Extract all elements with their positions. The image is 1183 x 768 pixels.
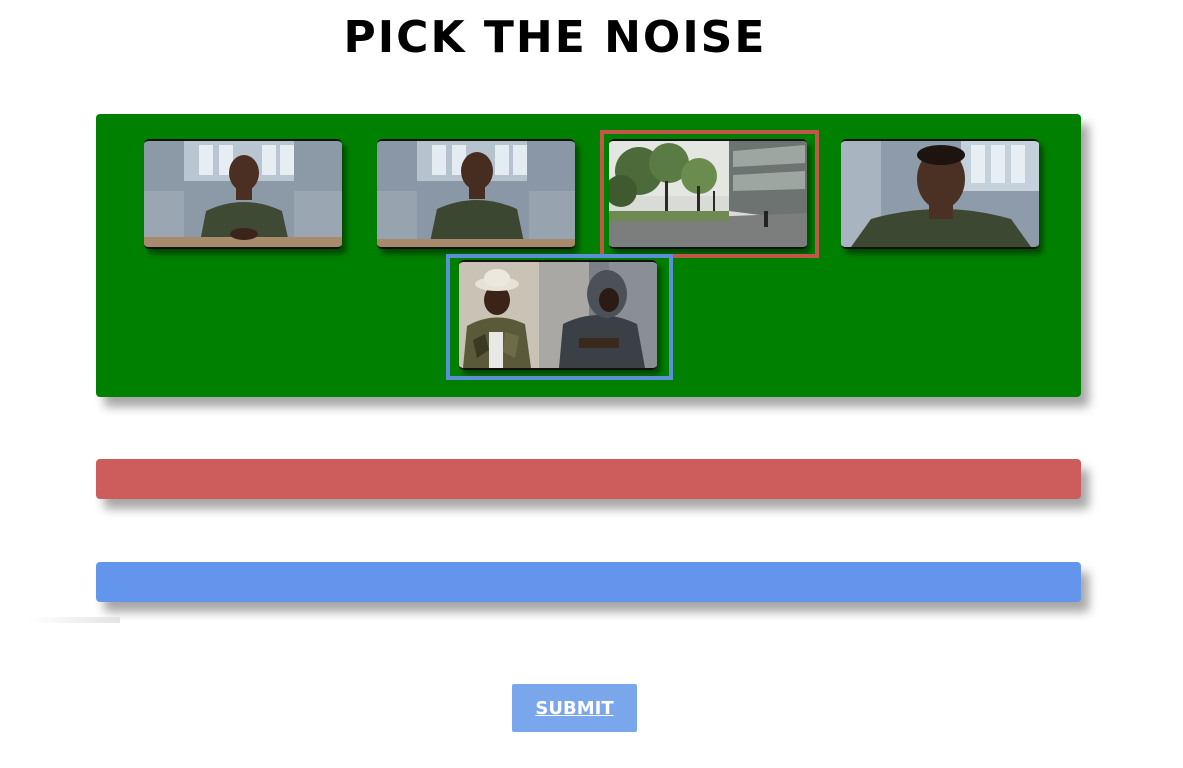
video-thumbnail-man-closeup[interactable] bbox=[841, 139, 1039, 249]
red-selection-frame bbox=[600, 130, 819, 258]
submit-button[interactable]: SUBMIT bbox=[512, 684, 637, 732]
thumbnail-image bbox=[841, 141, 1039, 247]
page-title: PICK THE NOISE bbox=[343, 12, 767, 63]
thumbnail-image bbox=[144, 141, 342, 247]
red-bin[interactable] bbox=[96, 459, 1081, 499]
video-thumbnail-man-seated[interactable] bbox=[144, 139, 342, 249]
blue-selection-frame bbox=[446, 254, 673, 380]
thumbnail-pool[interactable] bbox=[96, 114, 1081, 397]
blue-bin[interactable] bbox=[96, 562, 1081, 602]
divider bbox=[30, 617, 120, 623]
video-thumbnail-man-seated-forward[interactable] bbox=[377, 139, 575, 249]
thumbnail-image bbox=[377, 141, 575, 247]
